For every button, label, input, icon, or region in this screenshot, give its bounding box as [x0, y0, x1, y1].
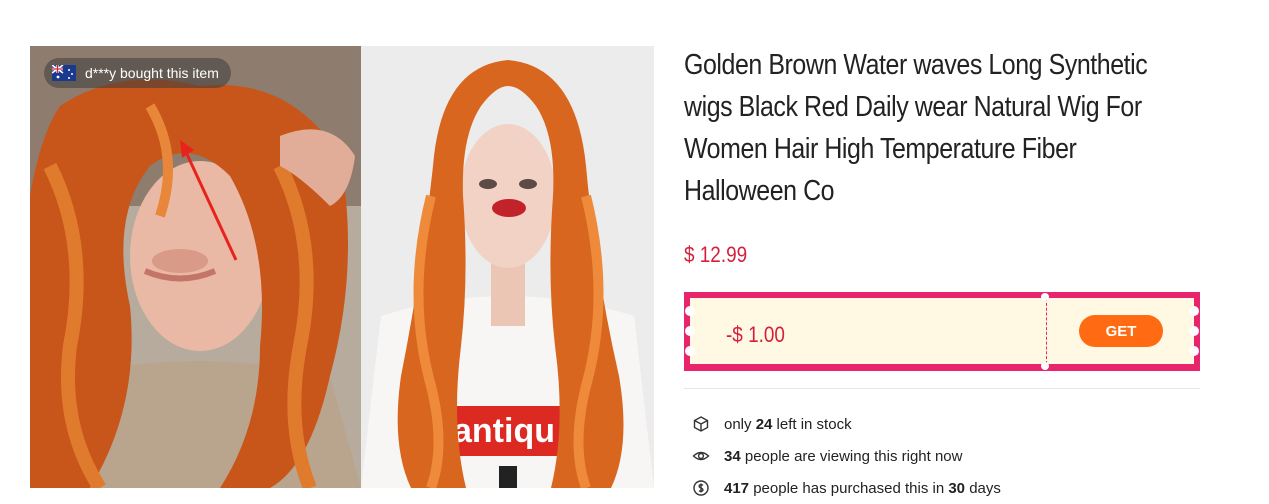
coupon-notch	[1041, 362, 1049, 370]
product-image-mannequin[interactable]: antiqu	[361, 46, 654, 488]
purchase-toast-text: d***y bought this item	[85, 65, 219, 81]
coupon-amount: -$ 1.00	[726, 322, 785, 347]
product-image-model[interactable]: d***y bought this item	[30, 46, 361, 488]
coupon-notch	[1041, 293, 1049, 301]
coupon-divider	[1046, 298, 1047, 364]
coupon-card: -$ 1.00 GET	[684, 292, 1200, 371]
coupon-notch	[1189, 326, 1199, 336]
australia-flag-icon	[52, 65, 76, 81]
viewing-text: 34 people are viewing this right now	[724, 447, 963, 465]
eye-icon	[692, 447, 710, 465]
model-photo	[30, 46, 361, 488]
product-title: Golden Brown Water waves Long Synthetic …	[684, 49, 1148, 207]
shirt-print-text: antiqu	[453, 412, 555, 450]
stock-text: only 24 left in stock	[724, 415, 852, 433]
viewing-count: 34	[724, 447, 741, 465]
dollar-coin-icon	[692, 479, 710, 497]
product-price: $ 12.99	[684, 242, 748, 267]
product-stats: only 24 left in stock 34 people are view…	[692, 408, 1001, 504]
purchased-row: 417 people has purchased this in 30 days	[692, 472, 1001, 504]
coupon-notch	[685, 346, 695, 356]
divider	[684, 388, 1200, 389]
coupon-notch	[685, 306, 695, 316]
coupon-notch	[1189, 346, 1199, 356]
get-coupon-button[interactable]: GET	[1079, 315, 1163, 347]
purchase-toast: d***y bought this item	[44, 58, 231, 88]
viewing-row: 34 people are viewing this right now	[692, 440, 1001, 472]
mannequin-photo: antiqu	[361, 46, 654, 488]
stock-row: only 24 left in stock	[692, 408, 1001, 440]
coupon-notch	[1189, 306, 1199, 316]
purchased-days: 30	[948, 479, 966, 497]
box-icon	[692, 415, 710, 433]
product-gallery: d***y bought this item antiqu	[30, 46, 654, 488]
purchased-text: 417 people has purchased this in 30 days	[724, 479, 1001, 497]
coupon-notch	[685, 326, 695, 336]
stock-count: 24	[755, 415, 773, 433]
coupon-body: -$ 1.00 GET	[690, 298, 1194, 364]
purchased-count: 417	[724, 479, 750, 497]
